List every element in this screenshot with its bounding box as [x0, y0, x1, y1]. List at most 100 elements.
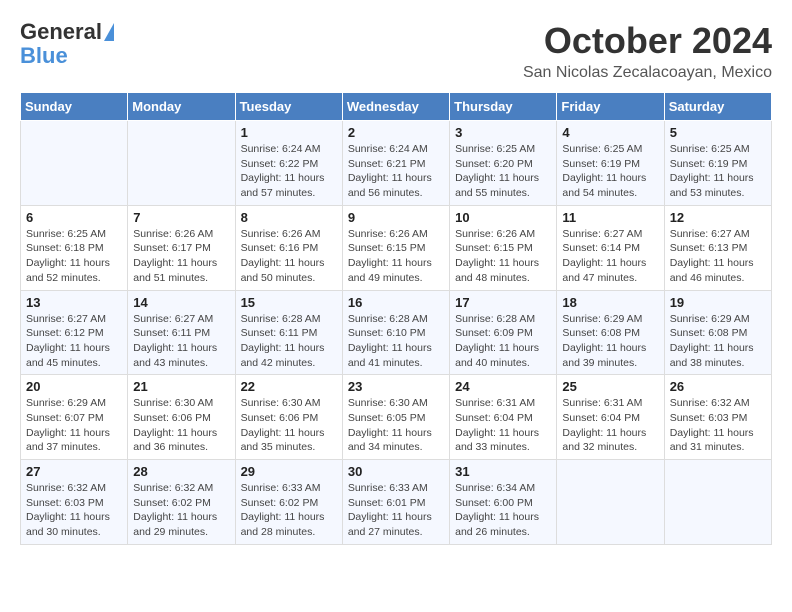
- day-info: Sunrise: 6:24 AM Sunset: 6:21 PM Dayligh…: [348, 142, 444, 201]
- day-info: Sunrise: 6:26 AM Sunset: 6:17 PM Dayligh…: [133, 227, 229, 286]
- calendar-cell: 12 Sunrise: 6:27 AM Sunset: 6:13 PM Dayli…: [664, 205, 771, 290]
- day-info: Sunrise: 6:28 AM Sunset: 6:09 PM Dayligh…: [455, 312, 551, 371]
- logo-text-general: General: [20, 20, 102, 44]
- day-number: 25: [562, 379, 658, 394]
- title-block: October 2024 San Nicolas Zecalacoayan, M…: [523, 20, 772, 82]
- calendar-cell: 25 Sunrise: 6:31 AM Sunset: 6:04 PM Dayli…: [557, 375, 664, 460]
- calendar-cell: 14 Sunrise: 6:27 AM Sunset: 6:11 PM Dayli…: [128, 290, 235, 375]
- day-info: Sunrise: 6:33 AM Sunset: 6:02 PM Dayligh…: [241, 481, 337, 540]
- day-info: Sunrise: 6:31 AM Sunset: 6:04 PM Dayligh…: [455, 396, 551, 455]
- day-info: Sunrise: 6:24 AM Sunset: 6:22 PM Dayligh…: [241, 142, 337, 201]
- calendar-cell: 22 Sunrise: 6:30 AM Sunset: 6:06 PM Dayli…: [235, 375, 342, 460]
- calendar-cell: 28Sunrise: 6:32 AM Sunset: 6:02 PM Dayli…: [128, 460, 235, 545]
- day-number: 31: [455, 464, 551, 479]
- day-number: 6: [26, 210, 122, 225]
- calendar-cell: 9Sunrise: 6:26 AM Sunset: 6:15 PM Daylig…: [342, 205, 449, 290]
- day-info: Sunrise: 6:32 AM Sunset: 6:02 PM Dayligh…: [133, 481, 229, 540]
- calendar-week-1: 1 Sunrise: 6:24 AM Sunset: 6:22 PM Daylig…: [21, 121, 772, 206]
- day-info: Sunrise: 6:30 AM Sunset: 6:06 PM Dayligh…: [241, 396, 337, 455]
- calendar-cell: 13 Sunrise: 6:27 AM Sunset: 6:12 PM Dayli…: [21, 290, 128, 375]
- calendar-week-2: 6 Sunrise: 6:25 AM Sunset: 6:18 PM Daylig…: [21, 205, 772, 290]
- calendar-cell: [664, 460, 771, 545]
- calendar-cell: 4 Sunrise: 6:25 AM Sunset: 6:19 PM Daylig…: [557, 121, 664, 206]
- calendar-header-row: SundayMondayTuesdayWednesdayThursdayFrid…: [21, 93, 772, 121]
- day-info: Sunrise: 6:27 AM Sunset: 6:11 PM Dayligh…: [133, 312, 229, 371]
- calendar-cell: 16 Sunrise: 6:28 AM Sunset: 6:10 PM Dayli…: [342, 290, 449, 375]
- calendar-cell: 27 Sunrise: 6:32 AM Sunset: 6:03 PM Dayli…: [21, 460, 128, 545]
- day-number: 15: [241, 295, 337, 310]
- day-info: Sunrise: 6:32 AM Sunset: 6:03 PM Dayligh…: [26, 481, 122, 540]
- calendar-cell: 11 Sunrise: 6:27 AM Sunset: 6:14 PM Dayli…: [557, 205, 664, 290]
- calendar-cell: 30 Sunrise: 6:33 AM Sunset: 6:01 PM Dayli…: [342, 460, 449, 545]
- calendar-cell: 23 Sunrise: 6:30 AM Sunset: 6:05 PM Dayli…: [342, 375, 449, 460]
- day-number: 1: [241, 125, 337, 140]
- calendar-cell: 18Sunrise: 6:29 AM Sunset: 6:08 PM Dayli…: [557, 290, 664, 375]
- day-number: 18: [562, 295, 658, 310]
- day-info: Sunrise: 6:34 AM Sunset: 6:00 PM Dayligh…: [455, 481, 551, 540]
- day-number: 29: [241, 464, 337, 479]
- calendar-cell: 2 Sunrise: 6:24 AM Sunset: 6:21 PM Daylig…: [342, 121, 449, 206]
- calendar-cell: 5 Sunrise: 6:25 AM Sunset: 6:19 PM Daylig…: [664, 121, 771, 206]
- calendar-cell: 29 Sunrise: 6:33 AM Sunset: 6:02 PM Dayli…: [235, 460, 342, 545]
- logo: General Blue: [20, 20, 114, 68]
- logo-triangle-icon: [104, 23, 114, 41]
- location-title: San Nicolas Zecalacoayan, Mexico: [523, 64, 772, 82]
- day-number: 12: [670, 210, 766, 225]
- day-number: 24: [455, 379, 551, 394]
- day-info: Sunrise: 6:31 AM Sunset: 6:04 PM Dayligh…: [562, 396, 658, 455]
- header-monday: Monday: [128, 93, 235, 121]
- day-number: 16: [348, 295, 444, 310]
- day-number: 26: [670, 379, 766, 394]
- day-number: 11: [562, 210, 658, 225]
- calendar-cell: 24 Sunrise: 6:31 AM Sunset: 6:04 PM Dayli…: [450, 375, 557, 460]
- day-number: 7: [133, 210, 229, 225]
- day-number: 21: [133, 379, 229, 394]
- day-number: 22: [241, 379, 337, 394]
- day-number: 10: [455, 210, 551, 225]
- day-info: Sunrise: 6:30 AM Sunset: 6:05 PM Dayligh…: [348, 396, 444, 455]
- day-info: Sunrise: 6:28 AM Sunset: 6:10 PM Dayligh…: [348, 312, 444, 371]
- day-info: Sunrise: 6:27 AM Sunset: 6:14 PM Dayligh…: [562, 227, 658, 286]
- page-header: General Blue October 2024 San Nicolas Ze…: [20, 20, 772, 82]
- day-info: Sunrise: 6:29 AM Sunset: 6:08 PM Dayligh…: [670, 312, 766, 371]
- day-number: 20: [26, 379, 122, 394]
- day-info: Sunrise: 6:26 AM Sunset: 6:16 PM Dayligh…: [241, 227, 337, 286]
- day-info: Sunrise: 6:25 AM Sunset: 6:19 PM Dayligh…: [670, 142, 766, 201]
- header-tuesday: Tuesday: [235, 93, 342, 121]
- day-info: Sunrise: 6:25 AM Sunset: 6:18 PM Dayligh…: [26, 227, 122, 286]
- day-number: 5: [670, 125, 766, 140]
- day-number: 4: [562, 125, 658, 140]
- calendar-cell: [557, 460, 664, 545]
- day-number: 19: [670, 295, 766, 310]
- logo-text-blue: Blue: [20, 44, 68, 68]
- day-info: Sunrise: 6:29 AM Sunset: 6:07 PM Dayligh…: [26, 396, 122, 455]
- calendar-week-5: 27 Sunrise: 6:32 AM Sunset: 6:03 PM Dayli…: [21, 460, 772, 545]
- calendar-cell: [21, 121, 128, 206]
- calendar-week-4: 20 Sunrise: 6:29 AM Sunset: 6:07 PM Dayli…: [21, 375, 772, 460]
- calendar-table: SundayMondayTuesdayWednesdayThursdayFrid…: [20, 92, 772, 545]
- calendar-cell: 19 Sunrise: 6:29 AM Sunset: 6:08 PM Dayli…: [664, 290, 771, 375]
- calendar-cell: 20 Sunrise: 6:29 AM Sunset: 6:07 PM Dayli…: [21, 375, 128, 460]
- day-info: Sunrise: 6:27 AM Sunset: 6:13 PM Dayligh…: [670, 227, 766, 286]
- day-info: Sunrise: 6:30 AM Sunset: 6:06 PM Dayligh…: [133, 396, 229, 455]
- day-number: 27: [26, 464, 122, 479]
- day-number: 23: [348, 379, 444, 394]
- calendar-cell: 8 Sunrise: 6:26 AM Sunset: 6:16 PM Daylig…: [235, 205, 342, 290]
- day-info: Sunrise: 6:33 AM Sunset: 6:01 PM Dayligh…: [348, 481, 444, 540]
- calendar-cell: 31 Sunrise: 6:34 AM Sunset: 6:00 PM Dayli…: [450, 460, 557, 545]
- header-saturday: Saturday: [664, 93, 771, 121]
- day-info: Sunrise: 6:25 AM Sunset: 6:20 PM Dayligh…: [455, 142, 551, 201]
- day-number: 30: [348, 464, 444, 479]
- day-info: Sunrise: 6:25 AM Sunset: 6:19 PM Dayligh…: [562, 142, 658, 201]
- calendar-cell: 10Sunrise: 6:26 AM Sunset: 6:15 PM Dayli…: [450, 205, 557, 290]
- day-number: 13: [26, 295, 122, 310]
- day-info: Sunrise: 6:27 AM Sunset: 6:12 PM Dayligh…: [26, 312, 122, 371]
- day-info: Sunrise: 6:28 AM Sunset: 6:11 PM Dayligh…: [241, 312, 337, 371]
- day-number: 14: [133, 295, 229, 310]
- calendar-cell: 15 Sunrise: 6:28 AM Sunset: 6:11 PM Dayli…: [235, 290, 342, 375]
- calendar-cell: 1 Sunrise: 6:24 AM Sunset: 6:22 PM Daylig…: [235, 121, 342, 206]
- header-wednesday: Wednesday: [342, 93, 449, 121]
- day-number: 8: [241, 210, 337, 225]
- day-number: 2: [348, 125, 444, 140]
- calendar-cell: 17Sunrise: 6:28 AM Sunset: 6:09 PM Dayli…: [450, 290, 557, 375]
